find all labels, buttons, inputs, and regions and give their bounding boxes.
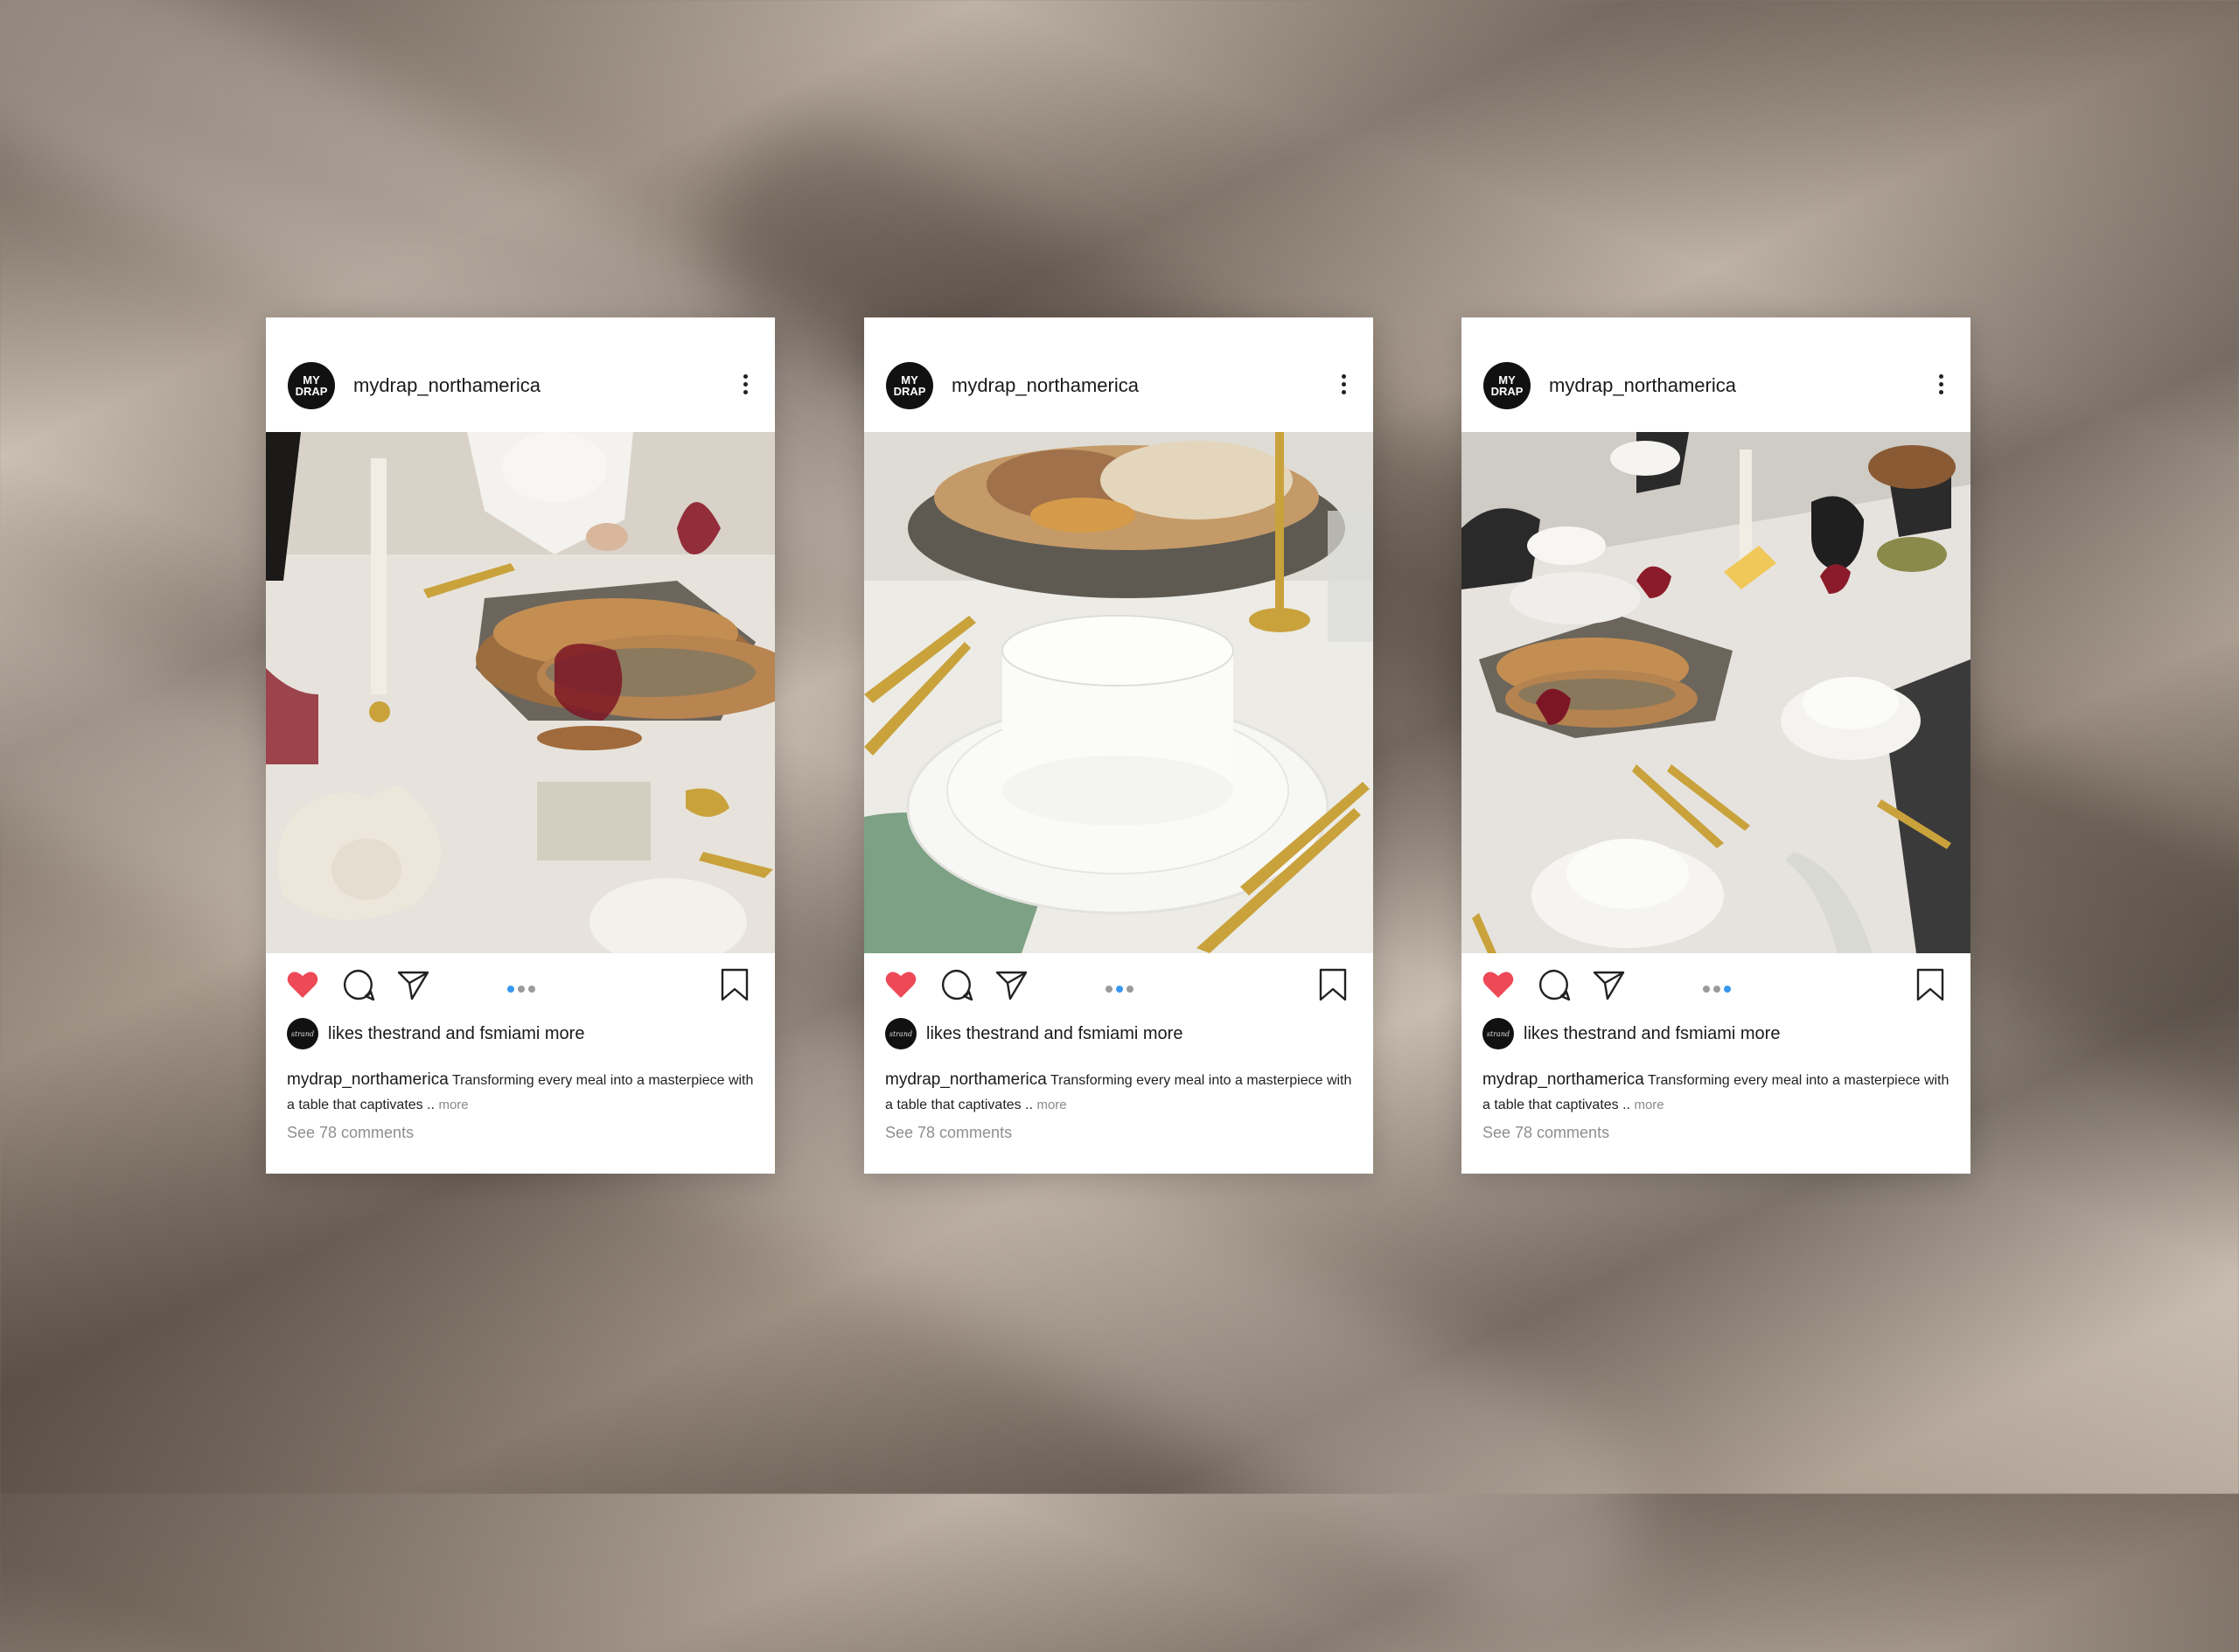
see-comments-link[interactable]: See 78 comments — [885, 1124, 1012, 1142]
caption-username[interactable]: mydrap_northamerica — [287, 1070, 449, 1089]
carousel-indicator — [1106, 981, 1144, 993]
post-caption: mydrap_northamerica Transforming every m… — [885, 1068, 1362, 1118]
post-photo[interactable] — [864, 432, 1373, 953]
comment-icon[interactable] — [939, 967, 974, 1002]
profile-avatar[interactable]: MY DRAP — [886, 362, 933, 409]
heart-icon[interactable] — [285, 967, 320, 1002]
post-header: MY DRAP mydrap_northamerica — [864, 317, 1373, 432]
likes-text[interactable]: likes thestrand and fsmiami more — [1524, 1024, 1780, 1044]
heart-icon[interactable] — [1481, 967, 1516, 1002]
caption-more-link[interactable]: more — [1634, 1098, 1664, 1112]
bookmark-icon[interactable] — [1913, 967, 1948, 1002]
carousel-indicator — [1703, 981, 1741, 993]
share-icon[interactable] — [1591, 967, 1626, 1002]
username-link[interactable]: mydrap_northamerica — [353, 374, 541, 397]
more-vertical-icon[interactable] — [1937, 374, 1944, 397]
username-link[interactable]: mydrap_northamerica — [1549, 374, 1736, 397]
profile-avatar[interactable]: MY DRAP — [288, 362, 335, 409]
caption-more-link[interactable]: more — [1036, 1098, 1066, 1112]
bookmark-icon[interactable] — [717, 967, 752, 1002]
post-actions — [266, 953, 775, 1014]
instagram-post-card: MY DRAP mydrap_northamerica strand likes… — [266, 317, 775, 1174]
comment-icon[interactable] — [341, 967, 376, 1002]
post-photo[interactable] — [266, 432, 775, 953]
bookmark-icon[interactable] — [1315, 967, 1350, 1002]
instagram-post-card: MY DRAP mydrap_northamerica strand likes… — [1461, 317, 1970, 1174]
post-header: MY DRAP mydrap_northamerica — [266, 317, 775, 432]
table-setting-image — [266, 432, 775, 953]
instagram-post-card: MY DRAP mydrap_northamerica strand likes… — [864, 317, 1373, 1174]
more-vertical-icon[interactable] — [1340, 374, 1347, 397]
likes-text[interactable]: likes thestrand and fsmiami more — [328, 1024, 584, 1044]
post-photo[interactable] — [1461, 432, 1970, 953]
share-icon[interactable] — [395, 967, 430, 1002]
post-actions — [1461, 953, 1970, 1014]
likes-row: strand likes thestrand and fsmiami more — [1482, 1017, 1955, 1052]
share-icon[interactable] — [994, 967, 1029, 1002]
post-actions — [864, 953, 1373, 1014]
heart-icon[interactable] — [883, 967, 918, 1002]
liker-avatar[interactable]: strand — [1482, 1018, 1514, 1049]
see-comments-link[interactable]: See 78 comments — [287, 1124, 414, 1142]
likes-row: strand likes thestrand and fsmiami more — [885, 1017, 1357, 1052]
likes-text[interactable]: likes thestrand and fsmiami more — [926, 1024, 1182, 1044]
comment-icon[interactable] — [1537, 967, 1572, 1002]
post-caption: mydrap_northamerica Transforming every m… — [287, 1068, 764, 1118]
post-caption: mydrap_northamerica Transforming every m… — [1482, 1068, 1959, 1118]
liker-avatar[interactable]: strand — [287, 1018, 318, 1049]
caption-username[interactable]: mydrap_northamerica — [1482, 1070, 1644, 1089]
table-setting-image — [1461, 432, 1970, 953]
likes-row: strand likes thestrand and fsmiami more — [287, 1017, 759, 1052]
caption-more-link[interactable]: more — [438, 1098, 468, 1112]
username-link[interactable]: mydrap_northamerica — [952, 374, 1139, 397]
post-header: MY DRAP mydrap_northamerica — [1461, 317, 1970, 432]
carousel-indicator — [507, 981, 546, 993]
more-vertical-icon[interactable] — [742, 374, 749, 397]
table-setting-image — [864, 432, 1373, 953]
liker-avatar[interactable]: strand — [885, 1018, 917, 1049]
profile-avatar[interactable]: MY DRAP — [1483, 362, 1531, 409]
caption-username[interactable]: mydrap_northamerica — [885, 1070, 1047, 1089]
see-comments-link[interactable]: See 78 comments — [1482, 1124, 1609, 1142]
